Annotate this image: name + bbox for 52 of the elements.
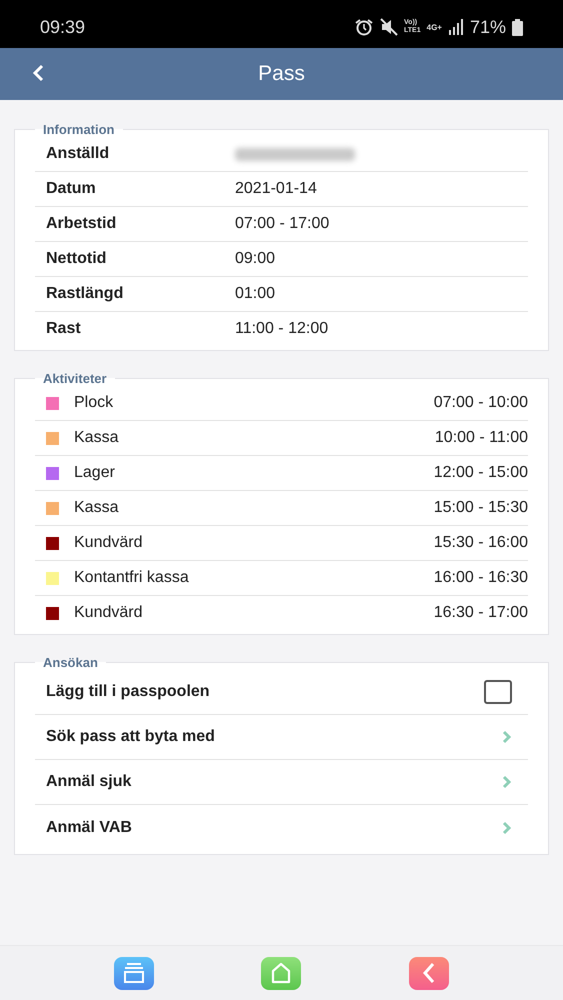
activity-time: 12:00 - 15:00 — [434, 464, 528, 482]
section-title: Ansökan — [42, 655, 99, 670]
home-button[interactable] — [261, 956, 302, 990]
field-value: 07:00 - 17:00 — [235, 215, 330, 233]
field-value: 11:00 - 12:00 — [235, 320, 328, 338]
chevron-icon — [502, 775, 512, 789]
activity-name: Plock — [74, 394, 114, 412]
activity-name: Kundvärd — [74, 534, 144, 552]
activity-time: 07:00 - 10:00 — [434, 394, 528, 412]
signal-icon — [448, 19, 464, 35]
field-label: Anställd — [46, 145, 110, 163]
activity-name: Kundvärd — [74, 604, 144, 622]
activity-name: Kontantfri kassa — [74, 569, 190, 587]
back-nav-button[interactable] — [409, 956, 450, 990]
clock-time: 09:39 — [40, 16, 86, 38]
stack-icon — [122, 962, 146, 984]
activity-name: Kassa — [74, 499, 120, 517]
menu-item[interactable]: Sök pass att byta med — [35, 715, 528, 760]
home-icon — [270, 962, 292, 984]
field-label: Rastlängd — [46, 285, 124, 303]
back-icon — [422, 962, 436, 984]
cards-button[interactable] — [114, 956, 154, 990]
field-label: Arbetstid — [46, 215, 118, 233]
mute-icon — [380, 18, 398, 36]
activity-name: Lager — [74, 464, 116, 482]
section-title: Information — [42, 122, 116, 137]
menu-item[interactable]: Anmäl sjuk — [35, 760, 528, 805]
chevron-icon — [502, 820, 512, 834]
activity-time: 15:30 - 16:00 — [434, 534, 528, 552]
field-value: 01:00 — [235, 285, 276, 303]
field-value: 09:00 — [235, 250, 276, 268]
battery-percent: 71% — [470, 16, 506, 38]
activity-time: 16:30 - 17:00 — [434, 604, 528, 622]
alarm-icon — [354, 18, 374, 36]
field-label: Nettotid — [46, 250, 108, 268]
section-title: Aktiviteter — [42, 371, 108, 386]
field-label: Rast — [46, 320, 82, 338]
chevron-icon — [502, 730, 512, 744]
option-label: Lägg till i passpoolen — [46, 683, 210, 701]
activity-time: 15:00 - 15:30 — [434, 499, 528, 517]
menu-item[interactable]: Anmäl VAB — [35, 805, 528, 850]
back-button[interactable] — [30, 62, 46, 84]
checkbox[interactable] — [484, 680, 512, 704]
page-title: Pass — [258, 62, 305, 86]
field-value: 2021-01-14 — [235, 180, 317, 198]
back-icon — [32, 64, 44, 82]
network-label: 4G+ — [426, 22, 442, 32]
activity-name: Kassa — [74, 429, 120, 447]
battery-icon — [512, 18, 523, 36]
field-label: Datum — [46, 180, 97, 198]
activity-time: 16:00 - 16:30 — [434, 569, 528, 587]
activity-time: 10:00 - 11:00 — [434, 429, 528, 447]
